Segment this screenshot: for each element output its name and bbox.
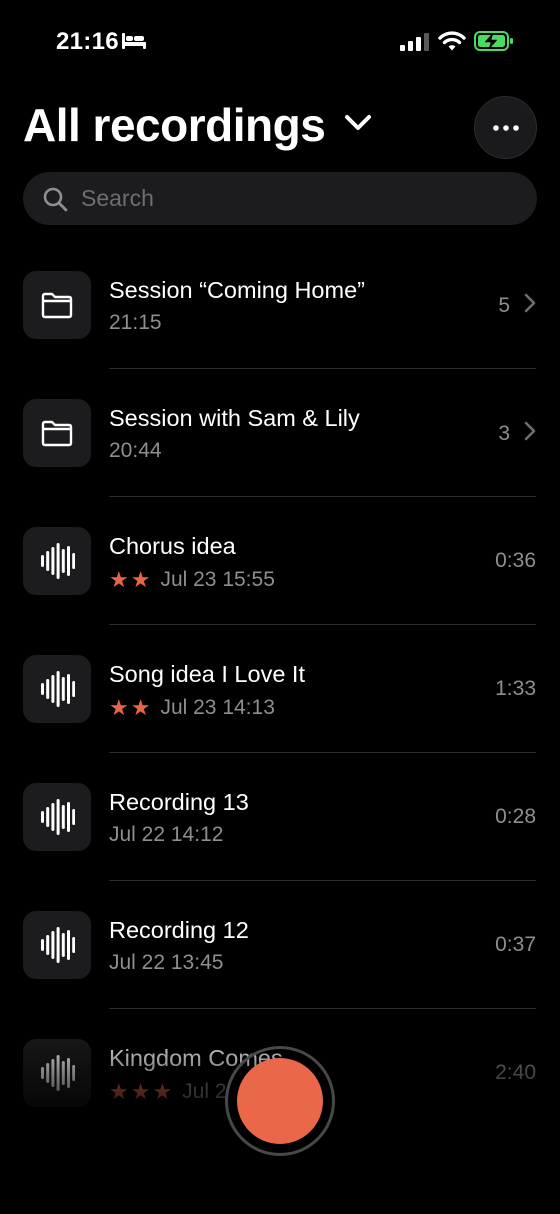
sleep-focus-icon <box>121 31 147 56</box>
item-date: Jul 23 14:13 <box>160 696 275 719</box>
item-subtitle: ★★ Jul 23 15:55 <box>109 567 275 593</box>
record-button[interactable] <box>225 1046 335 1156</box>
search-icon <box>42 186 68 217</box>
rating-stars: ★★ <box>109 695 153 720</box>
more-options-button[interactable] <box>474 96 537 159</box>
waveform-icon <box>23 783 91 851</box>
list-item[interactable]: Session “Coming Home” 21:15 5 <box>0 241 560 369</box>
ellipsis-icon <box>492 124 519 131</box>
header: All recordings <box>0 90 560 170</box>
status-time: 21:16 <box>56 28 119 55</box>
item-duration: 0:36 <box>495 549 536 572</box>
item-subtitle: 21:15 <box>109 311 162 335</box>
item-title: Song idea I Love It <box>109 661 305 687</box>
chevron-right-icon <box>524 293 536 319</box>
list-item[interactable]: Chorus idea ★★ Jul 23 15:55 0:36 <box>0 497 560 625</box>
folder-icon <box>23 271 91 339</box>
item-duration: 1:33 <box>495 677 536 700</box>
item-date: 21:15 <box>109 311 162 334</box>
list-item[interactable]: Session with Sam & Lily 20:44 3 <box>0 369 560 497</box>
waveform-icon <box>23 655 91 723</box>
item-date: Jul 23 15:55 <box>160 568 275 591</box>
list-item[interactable]: Song idea I Love It ★★ Jul 23 14:13 1:33 <box>0 625 560 753</box>
item-subtitle: 20:44 <box>109 439 162 463</box>
item-title: Session with Sam & Lily <box>109 405 360 431</box>
status-bar: 21:16 <box>0 0 560 84</box>
item-subtitle: Jul 22 14:12 <box>109 823 223 847</box>
battery-charging-icon <box>474 31 514 56</box>
item-date: 20:44 <box>109 439 162 462</box>
item-title: Recording 13 <box>109 789 249 815</box>
page-title[interactable]: All recordings <box>23 98 326 152</box>
item-date: Jul 22 14:12 <box>109 823 224 846</box>
item-title: Chorus idea <box>109 533 236 559</box>
item-date: Jul 22 13:45 <box>109 951 224 974</box>
item-count: 3 <box>498 422 510 445</box>
waveform-icon <box>23 527 91 595</box>
item-duration: 0:28 <box>495 805 536 828</box>
wifi-icon <box>438 30 466 57</box>
chevron-down-icon[interactable] <box>344 114 372 137</box>
item-count: 5 <box>498 294 510 317</box>
recordings-list: Session “Coming Home” 21:15 5 Session wi… <box>0 241 560 1137</box>
list-item[interactable]: Recording 13 Jul 22 14:12 0:28 <box>0 753 560 881</box>
item-subtitle: Jul 22 13:45 <box>109 951 223 975</box>
item-title: Session “Coming Home” <box>109 277 365 303</box>
cellular-signal-icon <box>400 33 430 56</box>
chevron-right-icon <box>524 421 536 447</box>
item-duration: 0:37 <box>495 933 536 956</box>
search-bar[interactable] <box>23 172 537 225</box>
waveform-icon <box>23 911 91 979</box>
folder-icon <box>23 399 91 467</box>
rating-stars: ★★ <box>109 567 153 592</box>
list-item[interactable]: Recording 12 Jul 22 13:45 0:37 <box>0 881 560 1009</box>
item-title: Recording 12 <box>109 917 249 943</box>
search-input[interactable] <box>81 172 511 225</box>
record-dot <box>237 1058 323 1144</box>
item-subtitle: ★★ Jul 23 14:13 <box>109 695 275 721</box>
